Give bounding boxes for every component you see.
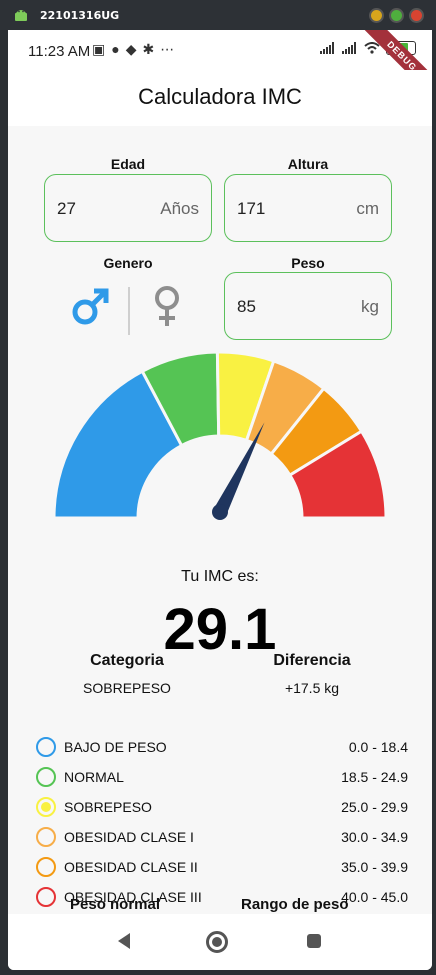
radio-icon[interactable] bbox=[36, 827, 56, 847]
nfc-icon: ▣ bbox=[92, 41, 112, 57]
signal-icon bbox=[342, 42, 356, 54]
category-name: SOBREPESO bbox=[64, 799, 152, 815]
category-row[interactable]: OBESIDAD CLASE II 35.0 - 39.9 bbox=[32, 852, 408, 882]
category-name: NORMAL bbox=[64, 769, 124, 785]
category-name: OBESIDAD CLASE I bbox=[64, 829, 194, 845]
category-range: 0.0 - 18.4 bbox=[348, 739, 408, 755]
altura-label: Altura bbox=[287, 156, 329, 172]
peso-normal-heading: Peso normal bbox=[70, 896, 161, 913]
category-range: 25.0 - 29.9 bbox=[341, 799, 408, 815]
male-icon[interactable] bbox=[70, 287, 110, 327]
peso-unit: kg bbox=[361, 297, 379, 316]
peso-field[interactable]: 85 kg bbox=[224, 272, 392, 340]
app-bar: Calculadora IMC bbox=[8, 70, 432, 126]
main-content[interactable]: Edad 27 Años Altura 171 cm Genero Peso 8… bbox=[8, 126, 432, 914]
genero-label: Genero bbox=[103, 255, 153, 271]
category-range: 18.5 - 24.9 bbox=[341, 769, 408, 785]
radio-icon[interactable] bbox=[36, 767, 56, 787]
categoria-value: SOBREPESO bbox=[83, 680, 171, 696]
female-icon[interactable] bbox=[152, 285, 182, 329]
altura-value: 171 bbox=[237, 199, 266, 218]
category-range: 40.0 - 45.0 bbox=[341, 889, 408, 905]
category-row[interactable]: SOBREPESO 25.0 - 29.9 bbox=[32, 792, 408, 822]
category-row[interactable]: NORMAL 18.5 - 24.9 bbox=[32, 762, 408, 792]
altura-unit: cm bbox=[356, 199, 379, 218]
edad-field[interactable]: 27 Años bbox=[44, 174, 212, 242]
categoria-block: Categoria SOBREPESO bbox=[42, 652, 212, 696]
imc-gauge bbox=[52, 350, 388, 520]
diferencia-block: Diferencia +17.5 kg bbox=[227, 652, 397, 696]
emulator-title-bar: 22101316UG bbox=[0, 0, 436, 30]
signal-icon bbox=[320, 42, 334, 54]
back-icon[interactable] bbox=[116, 931, 132, 951]
recents-icon[interactable] bbox=[307, 934, 321, 948]
categoria-label: Categoria bbox=[90, 652, 164, 669]
altura-field[interactable]: 171 cm bbox=[224, 174, 392, 242]
more-icon: ⋯ bbox=[160, 41, 181, 57]
window-title: 22101316UG bbox=[40, 9, 120, 22]
gender-selector bbox=[44, 282, 194, 342]
category-name: BAJO DE PESO bbox=[64, 739, 167, 755]
gauge-needle-hub bbox=[212, 504, 228, 520]
radio-selected-icon[interactable] bbox=[36, 797, 56, 817]
radio-icon[interactable] bbox=[36, 857, 56, 877]
home-dot bbox=[212, 937, 222, 947]
settings-icon: ✱ bbox=[142, 41, 161, 57]
category-list: BAJO DE PESO 0.0 - 18.4 NORMAL 18.5 - 24.9 S… bbox=[32, 732, 408, 912]
category-range: 30.0 - 34.9 bbox=[341, 829, 408, 845]
app-title: Calculadora IMC bbox=[138, 84, 302, 109]
peso-label: Peso bbox=[291, 255, 325, 271]
diferencia-value: +17.5 kg bbox=[284, 680, 340, 696]
category-row[interactable]: OBESIDAD CLASE I 30.0 - 34.9 bbox=[32, 822, 408, 852]
status-bar: 11:23 AM ▣●◆✱⋯ 75 bbox=[8, 30, 432, 105]
phone-screen: 11:23 AM ▣●◆✱⋯ 75 bbox=[8, 30, 432, 970]
maximize-button[interactable] bbox=[389, 8, 404, 23]
edad-value: 27 bbox=[57, 199, 76, 218]
status-time: 11:23 AM bbox=[28, 43, 91, 60]
rango-peso-heading: Rango de peso bbox=[241, 896, 349, 913]
imc-label: Tu IMC es: bbox=[181, 568, 259, 585]
radio-icon[interactable] bbox=[36, 887, 56, 907]
category-row[interactable]: BAJO DE PESO 0.0 - 18.4 bbox=[32, 732, 408, 762]
category-name: OBESIDAD CLASE II bbox=[64, 859, 198, 875]
peso-value: 85 bbox=[237, 297, 256, 316]
home-icon[interactable] bbox=[206, 931, 228, 953]
category-range: 35.0 - 39.9 bbox=[341, 859, 408, 875]
chat-icon: ● bbox=[111, 41, 126, 57]
gender-divider bbox=[128, 287, 130, 335]
close-button[interactable] bbox=[409, 8, 424, 23]
android-icon bbox=[15, 10, 27, 21]
radio-icon[interactable] bbox=[36, 737, 56, 757]
edad-label: Edad bbox=[110, 156, 146, 172]
radio-dot bbox=[41, 802, 51, 812]
notification-icons: ▣●◆✱⋯ bbox=[92, 41, 180, 58]
diferencia-label: Diferencia bbox=[273, 652, 351, 669]
edad-unit: Años bbox=[160, 199, 199, 218]
minimize-button[interactable] bbox=[369, 8, 384, 23]
navigation-bar bbox=[8, 914, 432, 970]
notification-icon: ◆ bbox=[125, 41, 143, 57]
